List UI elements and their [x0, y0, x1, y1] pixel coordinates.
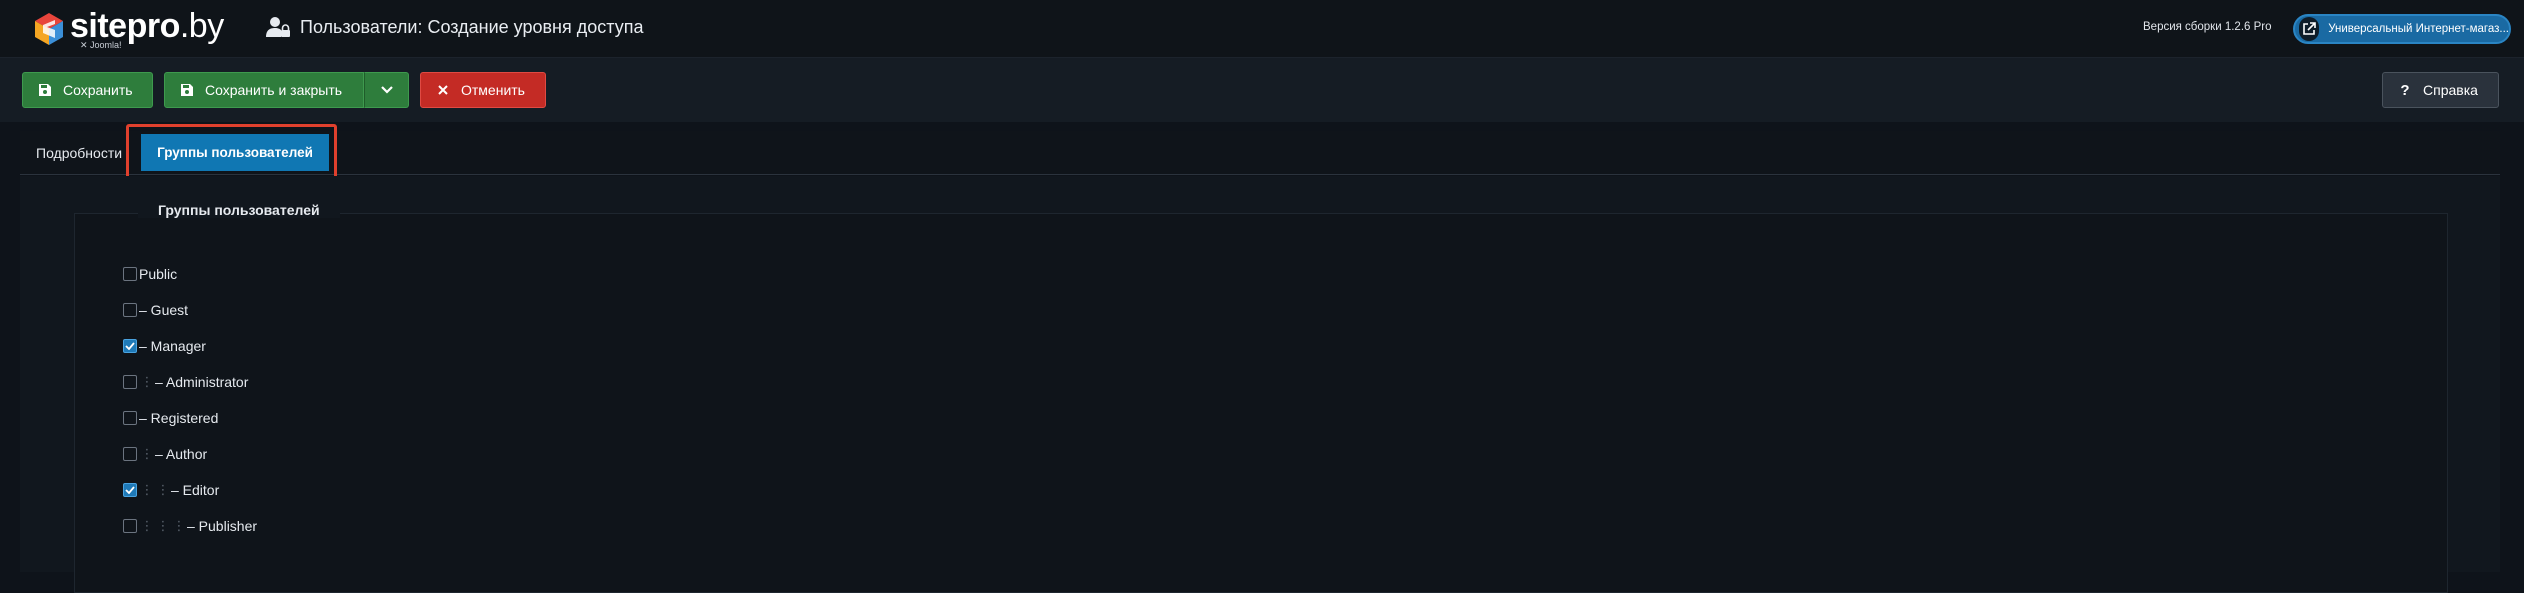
logo-subtitle: ✕ Joomla!	[80, 40, 122, 50]
group-label: – Registered	[139, 410, 219, 426]
tree-indent-icon: ⋮	[156, 518, 170, 533]
site-logo[interactable]: sitepro.by ✕ Joomla!	[34, 7, 224, 50]
tree-indent-icon: ⋮	[140, 446, 154, 461]
group-label: – Guest	[139, 302, 189, 318]
checkbox[interactable]	[123, 375, 137, 389]
group-row-publisher[interactable]: ⋮ ⋮ ⋮ – Publisher	[123, 516, 257, 536]
fieldset-legend: Группы пользователей	[138, 202, 340, 218]
group-row-public[interactable]: Public	[123, 264, 177, 284]
checkbox[interactable]	[123, 447, 137, 461]
group-row-guest[interactable]: – Guest	[123, 300, 188, 320]
group-row-editor[interactable]: ⋮ ⋮ – Editor	[123, 480, 219, 500]
save-button[interactable]: Сохранить	[22, 72, 153, 108]
tree-indent-icon: ⋮	[140, 518, 154, 533]
user-lock-icon	[266, 17, 290, 37]
header-bar: sitepro.by ✕ Joomla! Пользователи: Созда…	[0, 0, 2524, 58]
checkbox[interactable]	[123, 303, 137, 317]
logo-suffix: .by	[179, 7, 224, 45]
checkmark-icon	[125, 342, 135, 350]
floppy-disk-icon	[37, 82, 53, 98]
tree-indent-icon: ⋮	[140, 482, 154, 497]
group-label: Public	[139, 266, 178, 282]
external-link-icon	[2299, 17, 2320, 41]
group-row-registered[interactable]: – Registered	[123, 408, 218, 428]
site-link-label: Универсальный Интернет-магаз...	[2328, 23, 2509, 35]
logo-mark-icon	[35, 13, 63, 45]
checkbox[interactable]	[123, 267, 137, 281]
cancel-button-label: Отменить	[461, 82, 525, 98]
checkbox-checked[interactable]	[123, 483, 137, 497]
group-label: – Manager	[139, 338, 206, 354]
chevron-down-icon	[380, 86, 393, 94]
help-button[interactable]: ? Справка	[2382, 72, 2499, 108]
tree-indent-icon: ⋮	[156, 482, 170, 497]
tree-indent-icon: ⋮	[172, 518, 186, 533]
page-title: Пользователи: Создание уровня доступа	[300, 16, 644, 37]
group-row-author[interactable]: ⋮ – Author	[123, 444, 207, 464]
tab-details[interactable]: Подробности	[36, 145, 122, 161]
group-row-administrator[interactable]: ⋮ – Administrator	[123, 372, 248, 392]
question-icon: ?	[2400, 81, 2410, 99]
save-and-close-button[interactable]: Сохранить и закрыть	[164, 72, 364, 108]
checkbox-checked[interactable]	[123, 339, 137, 353]
toolbar: Сохранить Сохранить и закрыть Отменить ?…	[0, 58, 2524, 122]
group-label: – Publisher	[187, 518, 258, 534]
save-and-close-label: Сохранить и закрыть	[205, 82, 343, 98]
save-button-label: Сохранить	[63, 82, 133, 98]
group-label: – Editor	[171, 482, 220, 498]
site-link-button[interactable]: Универсальный Интернет-магаз...	[2293, 14, 2511, 44]
group-row-manager[interactable]: – Manager	[123, 336, 206, 356]
tree-indent-icon: ⋮	[140, 374, 154, 389]
save-options-dropdown-toggle[interactable]	[364, 72, 409, 108]
version-label: Версия сборки 1.2.6 Pro	[2143, 21, 2272, 33]
close-icon	[435, 82, 451, 98]
group-label: – Author	[155, 446, 208, 462]
checkmark-icon	[125, 486, 135, 494]
content-panel: Группы пользователей Public – Guest – Ma…	[20, 176, 2500, 593]
checkbox[interactable]	[123, 519, 137, 533]
group-label: – Administrator	[155, 374, 249, 390]
tab-bar: Подробности Группы пользователей	[20, 131, 2500, 175]
help-button-label: Справка	[2423, 82, 2478, 98]
cancel-button[interactable]: Отменить	[420, 72, 546, 108]
checkbox[interactable]	[123, 411, 137, 425]
user-groups-fieldset	[74, 213, 2448, 593]
floppy-disk-icon	[179, 82, 195, 98]
